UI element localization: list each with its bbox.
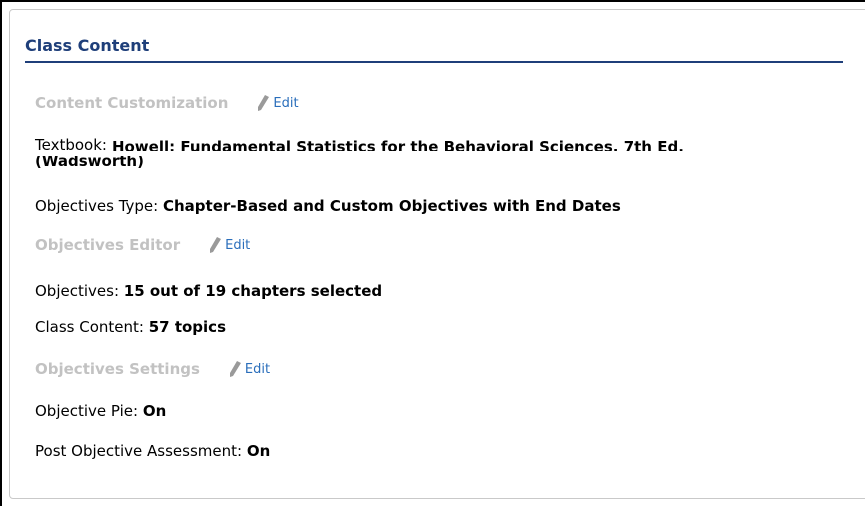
edit-label: Edit: [273, 95, 299, 111]
post-objective-assessment-label: Post Objective Assessment:: [35, 442, 243, 460]
objective-pie-value: On: [142, 402, 167, 420]
objectives-type-row: Objectives Type: Chapter-Based and Custo…: [35, 197, 621, 215]
objectives-value: 15 out of 19 chapters selected: [123, 282, 383, 300]
textbook-value-line2: (Wadsworth): [35, 156, 144, 170]
objectives-type-value: Chapter-Based and Custom Objectives with…: [163, 197, 621, 215]
content-customization-label: Content Customization: [35, 94, 229, 112]
objectives-label: Objectives:: [35, 282, 119, 300]
class-content-value: 57 topics: [148, 318, 227, 336]
class-content-label: Class Content:: [35, 318, 144, 336]
textbook-label: Textbook:: [35, 136, 107, 154]
class-content-panel: [9, 9, 865, 499]
objectives-editor-header: Objectives Editor Edit: [35, 236, 250, 254]
post-objective-assessment-row: Post Objective Assessment: On: [35, 442, 270, 460]
edit-label: Edit: [244, 361, 271, 377]
textbook-value-line1: Howell: Fundamental Statistics for the B…: [111, 138, 684, 151]
objectives-row: Objectives: 15 out of 19 chapters select…: [35, 282, 382, 300]
objectives-settings-label: Objectives Settings: [35, 360, 200, 378]
objectives-settings-header: Objectives Settings Edit: [35, 360, 270, 378]
pencil-icon: [229, 361, 241, 377]
pencil-icon: [258, 95, 270, 111]
objectives-type-label: Objectives Type:: [35, 197, 159, 215]
class-content-row: Class Content: 57 topics: [35, 318, 226, 336]
objective-pie-label: Objective Pie:: [35, 402, 139, 420]
objectives-editor-edit-link[interactable]: Edit: [208, 236, 250, 254]
objective-pie-row: Objective Pie: On: [35, 402, 166, 420]
objectives-settings-edit-link[interactable]: Edit: [228, 360, 270, 378]
post-objective-assessment-value: On: [246, 442, 271, 460]
textbook-row: Textbook: Howell: Fundamental Statistics…: [35, 136, 684, 170]
content-customization-header: Content Customization Edit: [35, 94, 299, 112]
content-customization-edit-link[interactable]: Edit: [256, 94, 299, 112]
panel-title: Class Content: [25, 36, 843, 63]
edit-label: Edit: [225, 237, 251, 253]
objectives-editor-label: Objectives Editor: [35, 236, 181, 254]
pencil-icon: [210, 237, 222, 253]
